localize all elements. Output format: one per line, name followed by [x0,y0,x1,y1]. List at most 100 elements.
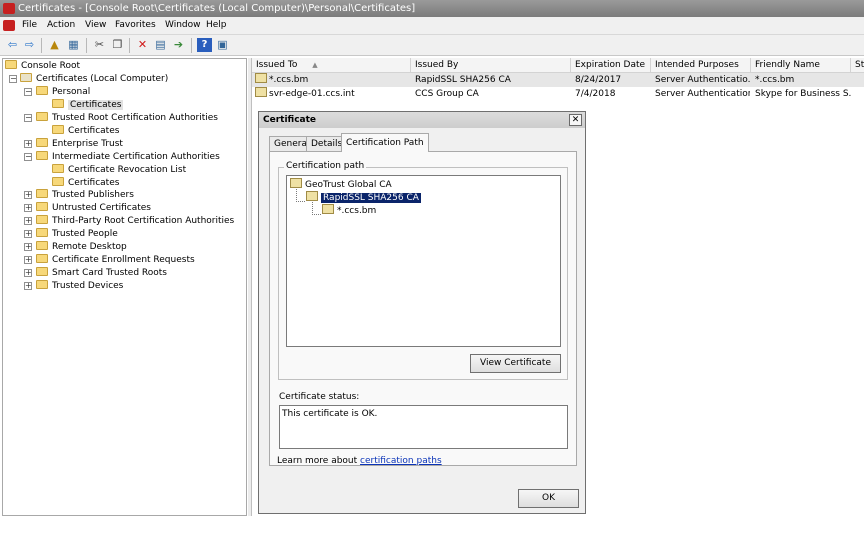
list-column-headers: Issued To ▲ Issued By Expiration Date In… [252,58,864,73]
copy-icon[interactable]: ❐ [110,38,125,52]
folder-icon [36,267,48,276]
column-status[interactable]: St [851,58,864,73]
tree-node-smart-card-trusted-roots[interactable]: Smart Card Trusted Roots [36,267,167,279]
window-title-bar[interactable]: Certificates - [Console Root\Certificate… [0,0,864,17]
tree-node-trusted-devices[interactable]: Trusted Devices [36,280,123,292]
menu-action[interactable]: Action [47,20,75,30]
folder-icon [36,215,48,224]
certificate-status-field[interactable]: This certificate is OK. [279,405,568,449]
menu-bar: File Action View Favorites Window Help [0,17,864,35]
dialog-title-bar[interactable]: Certificate [259,112,585,128]
tree-expander[interactable]: − [9,75,17,83]
tree-expander[interactable]: + [24,217,32,225]
tree-node-certificate-enrollment-requests[interactable]: Certificate Enrollment Requests [36,254,195,266]
up-folder-icon[interactable]: ▲ [47,38,62,52]
folder-icon [36,138,48,147]
tree-node-remote-desktop[interactable]: Remote Desktop [36,241,127,253]
sort-ascending-icon: ▲ [312,61,318,69]
tree-expander[interactable]: − [24,114,32,122]
table-row[interactable]: *.ccs.bm RapidSSL SHA256 CA 8/24/2017 Se… [252,73,864,87]
tree-expander[interactable]: + [24,256,32,264]
path-node-intermediate-ca[interactable]: RapidSSL SHA256 CA [306,191,421,203]
certification-path-tree: GeoTrust Global CA RapidSSL SHA256 CA *.… [286,175,561,347]
ok-button[interactable]: OK [518,489,579,508]
folder-icon [52,177,64,186]
tree-node-third-party-root-ca[interactable]: Third-Party Root Certification Authoriti… [36,215,234,227]
menu-help[interactable]: Help [206,20,227,30]
column-expiration-date[interactable]: Expiration Date [571,58,651,73]
tab-certification-path[interactable]: Certification Path [341,133,429,152]
tree-node-personal[interactable]: Personal [36,86,90,98]
cell-issued-to: *.ccs.bm [255,73,410,87]
tree-node-trusted-people[interactable]: Trusted People [36,228,118,240]
certificate-dialog: Certificate ✕ General Details Certificat… [258,111,586,514]
back-icon[interactable]: ⇦ [5,38,20,52]
column-friendly-name[interactable]: Friendly Name [751,58,851,73]
cell-issued-by: CCS Group CA [415,89,479,99]
tree-expander[interactable]: + [24,282,32,290]
folder-icon [36,254,48,263]
dialog-title: Certificate [263,115,317,125]
path-node-root-ca[interactable]: GeoTrust Global CA [290,178,392,190]
column-issued-to[interactable]: Issued To ▲ [252,58,411,73]
certificate-icon [290,178,302,188]
tree-node-console-root[interactable]: Console Root [5,60,80,72]
tree-expander[interactable]: + [24,140,32,148]
cell-expiration-date: 7/4/2018 [575,89,616,99]
tree-node-certificates-local-computer[interactable]: Certificates (Local Computer) [20,73,168,85]
column-issued-by[interactable]: Issued By [411,58,571,73]
tree-node-certificate-revocation-list[interactable]: Certificate Revocation List [52,164,186,176]
cell-intended-purposes: Server Authenticatio... [655,75,750,85]
certificate-key-icon [255,73,267,83]
cell-friendly-name: *.ccs.bm [755,75,795,85]
forward-icon[interactable]: ⇨ [22,38,37,52]
tree-expander[interactable]: + [24,243,32,251]
tree-node-trusted-root-ca[interactable]: Trusted Root Certification Authorities [36,112,218,124]
menu-view[interactable]: View [85,20,106,30]
tree-node-intermediate-ca[interactable]: Intermediate Certification Authorities [36,151,220,163]
tree-expander[interactable]: − [24,153,32,161]
certificate-icon [306,191,318,201]
table-row[interactable]: svr-edge-01.ccs.int CCS Group CA 7/4/201… [252,87,864,101]
tree-node-trusted-root-certificates[interactable]: Certificates [52,125,119,137]
toolbar-separator [129,38,130,53]
tree-node-enterprise-trust[interactable]: Enterprise Trust [36,138,123,150]
folder-icon [52,164,64,173]
toolbar-separator [41,38,42,53]
tree-node-untrusted-certificates[interactable]: Untrusted Certificates [36,202,151,214]
menu-favorites[interactable]: Favorites [115,20,156,30]
certificate-status-label: Certificate status: [279,392,360,402]
window-title: Certificates - [Console Root\Certificate… [18,3,416,14]
tree-node-intermediate-certificates[interactable]: Certificates [52,177,119,189]
folder-icon [36,228,48,237]
menu-file[interactable]: File [22,20,37,30]
tree-expander[interactable]: + [24,191,32,199]
close-icon[interactable]: ✕ [569,114,582,126]
delete-icon[interactable]: ✕ [135,38,150,52]
tree-expander[interactable]: + [24,230,32,238]
tree-expander[interactable]: + [24,269,32,277]
tree-expander[interactable]: − [24,88,32,96]
cell-issued-to: svr-edge-01.ccs.int [255,87,410,101]
folder-icon [52,125,64,134]
folder-icon [36,112,48,121]
folder-icon [36,151,48,160]
console-menu-icon[interactable] [3,20,15,31]
cut-icon[interactable]: ✂ [92,38,107,52]
help-icon[interactable]: ? [197,38,212,52]
mmc-pane-icon[interactable]: ▣ [215,38,230,52]
properties-icon[interactable]: ▤ [153,38,168,52]
tree-expander[interactable]: + [24,204,32,212]
certification-path-label: Certification path [284,161,367,171]
tree-node-personal-certificates[interactable]: Certificates [52,99,124,111]
folder-icon [36,86,48,95]
tree-node-trusted-publishers[interactable]: Trusted Publishers [36,189,134,201]
column-intended-purposes[interactable]: Intended Purposes [651,58,751,73]
export-list-icon[interactable]: ➔ [171,38,186,52]
certification-paths-link[interactable]: certification paths [360,456,442,466]
path-node-leaf-certificate[interactable]: *.ccs.bm [322,204,376,216]
cell-friendly-name: Skype for Business S... [755,89,851,99]
show-hide-tree-icon[interactable]: ▦ [66,38,81,52]
menu-window[interactable]: Window [165,20,201,30]
view-certificate-button[interactable]: View Certificate [470,354,561,373]
